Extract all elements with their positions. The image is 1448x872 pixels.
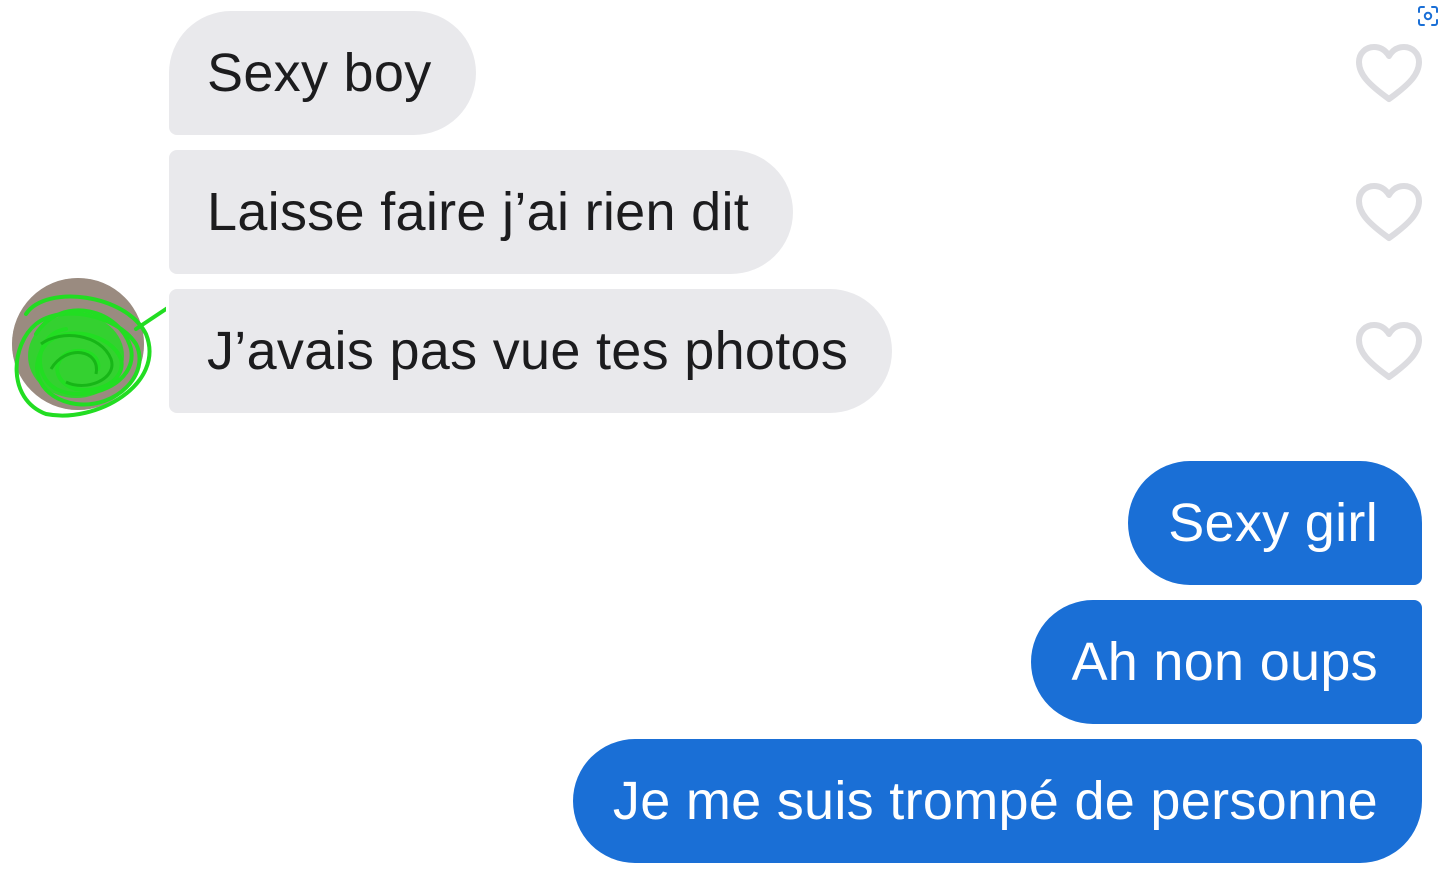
incoming-message[interactable]: Laisse faire j’ai rien dit	[169, 150, 794, 274]
visual-search-icon[interactable]	[1416, 4, 1440, 28]
outgoing-message[interactable]: Ah non oups	[1031, 600, 1422, 724]
message-text: Ah non oups	[1071, 632, 1378, 692]
message-text: J’avais pas vue tes photos	[207, 321, 849, 381]
message-text: Je me suis trompé de personne	[612, 771, 1378, 831]
message-text: Laisse faire j’ai rien dit	[207, 182, 750, 242]
heart-outline-icon[interactable]	[1354, 321, 1424, 383]
message-text: Sexy boy	[207, 43, 432, 103]
incoming-message[interactable]: Sexy boy	[169, 11, 476, 135]
incoming-message[interactable]: J’avais pas vue tes photos	[169, 289, 893, 413]
outgoing-message[interactable]: Je me suis trompé de personne	[572, 739, 1422, 863]
heart-outline-icon[interactable]	[1354, 43, 1424, 105]
outgoing-message[interactable]: Sexy girl	[1128, 461, 1422, 585]
heart-outline-icon[interactable]	[1354, 182, 1424, 244]
avatar[interactable]	[6, 274, 166, 434]
message-text: Sexy girl	[1168, 493, 1378, 553]
